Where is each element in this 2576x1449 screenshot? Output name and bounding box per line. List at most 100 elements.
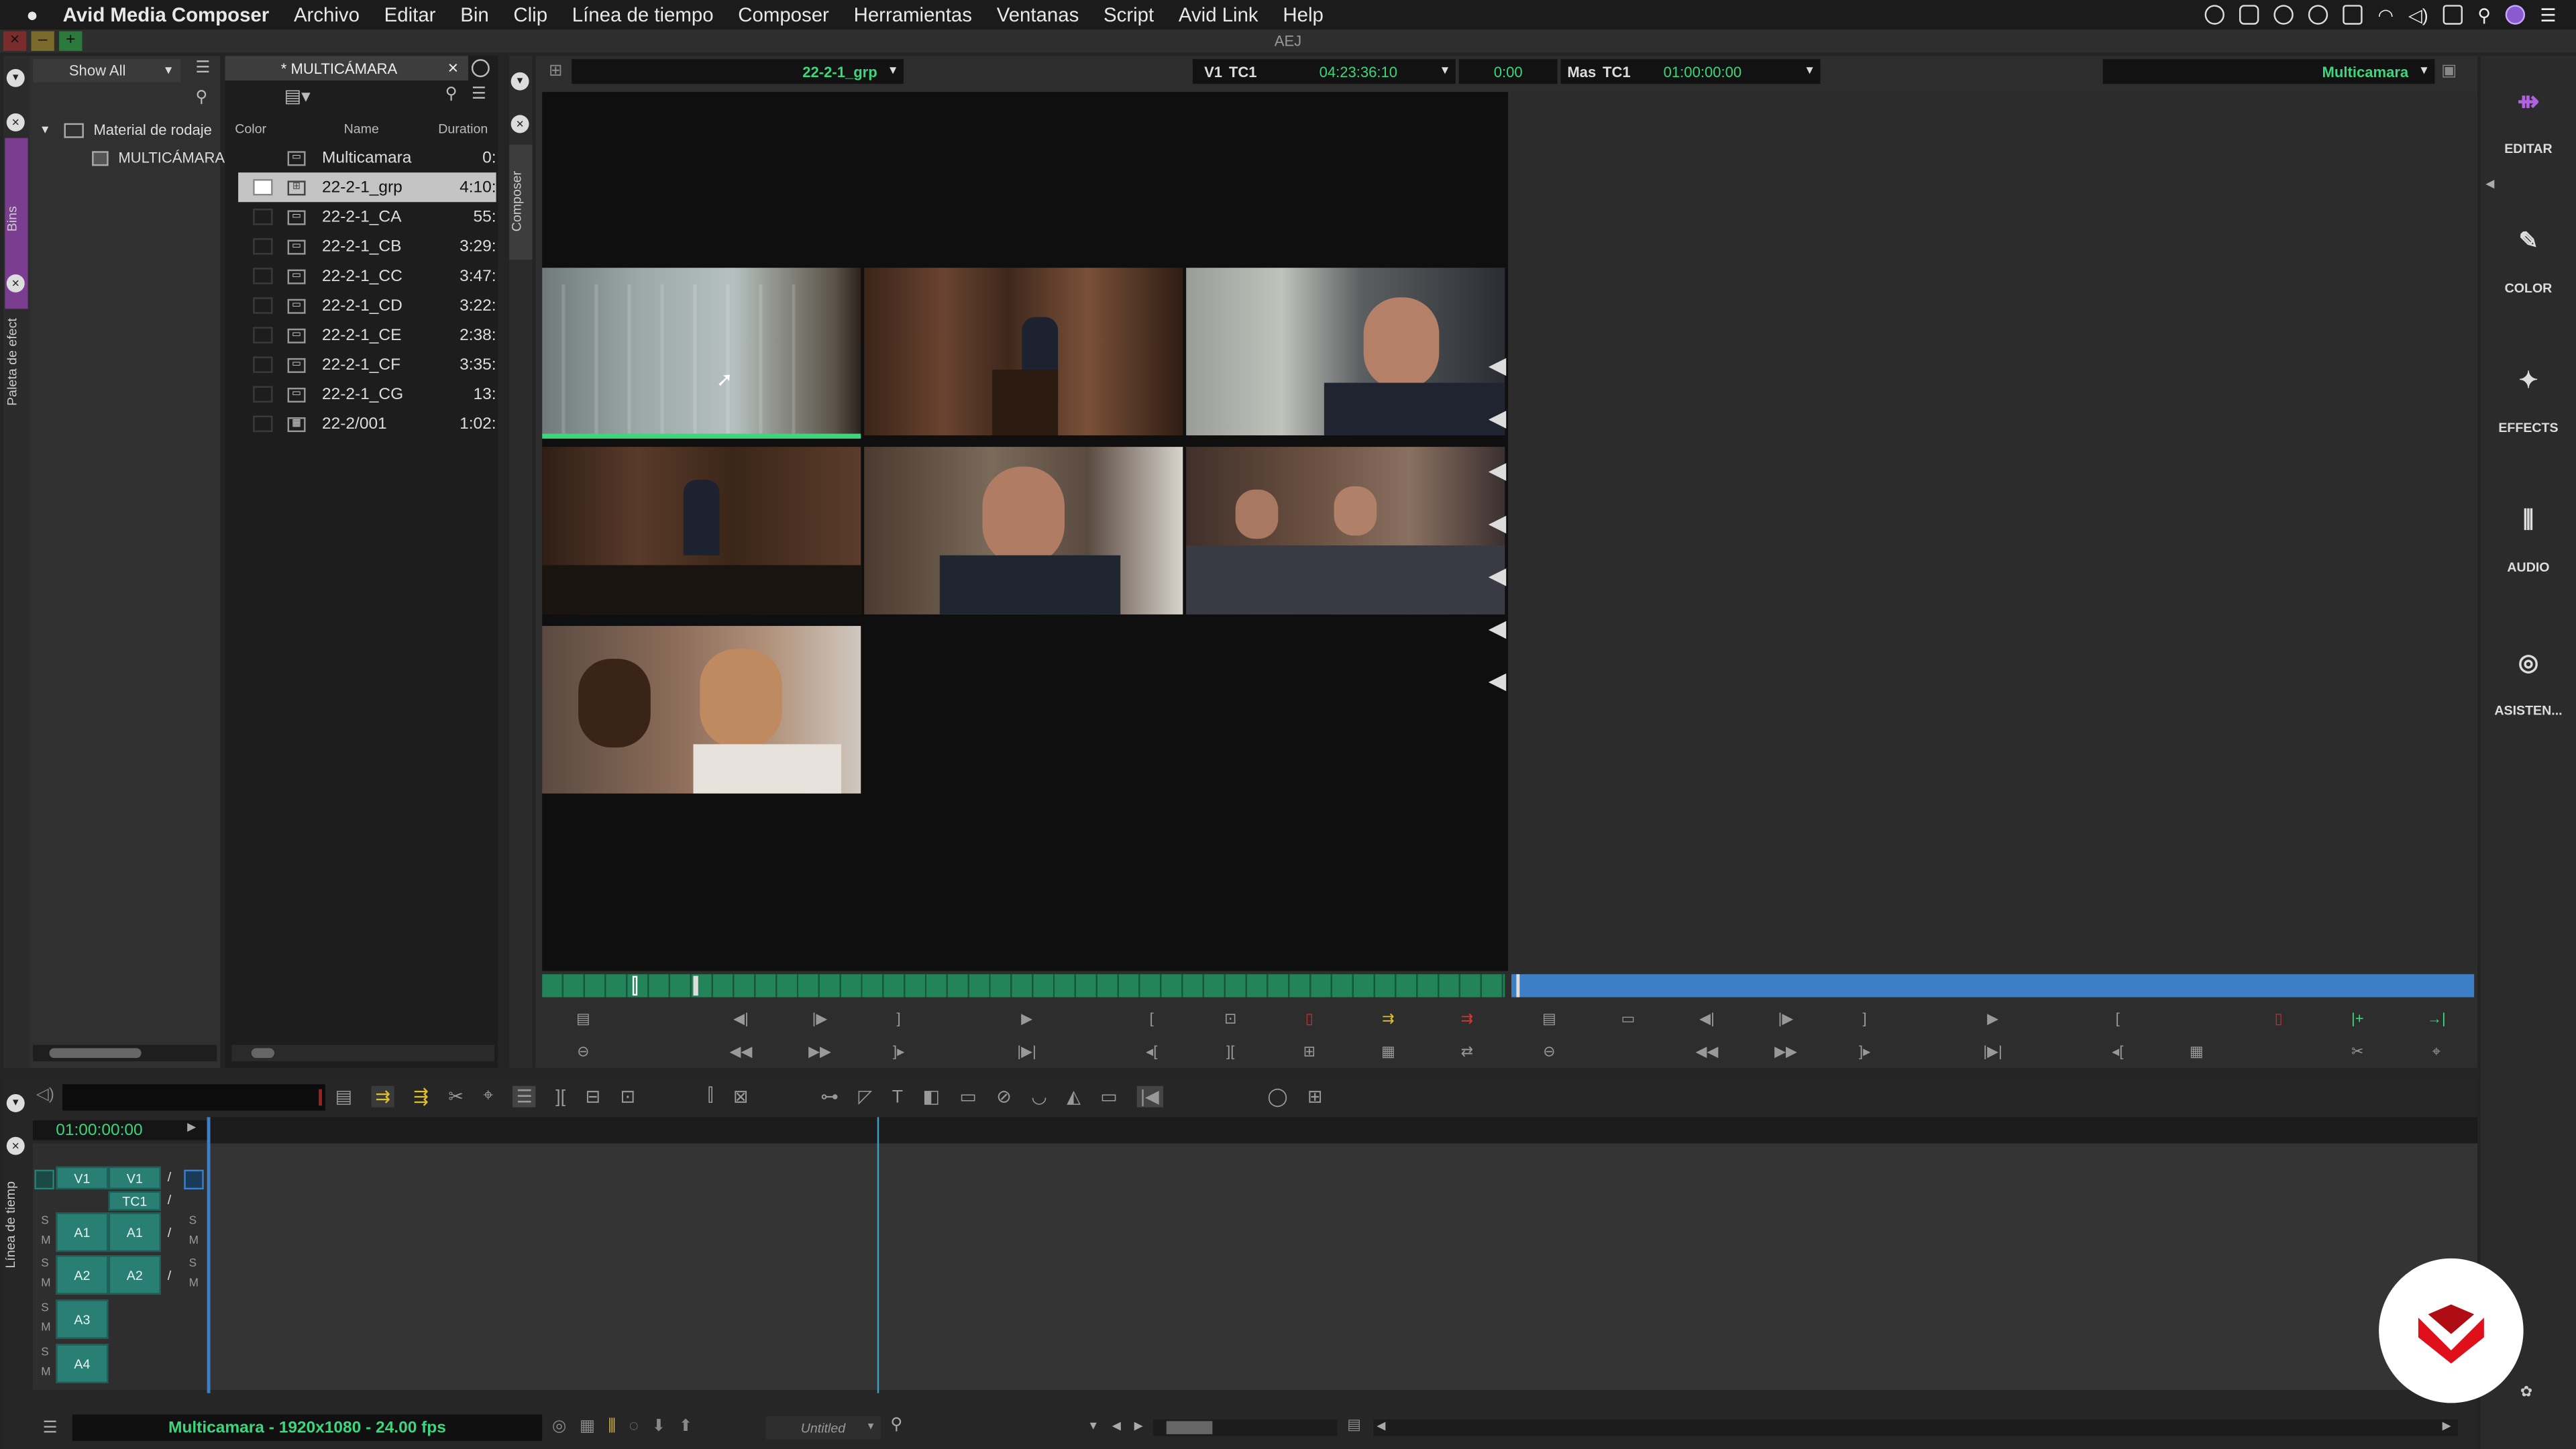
fit-to-window-icon[interactable]: ▤ [1347,1416,1361,1434]
solo-a1[interactable]: S [41,1216,48,1227]
timeline-grid-icon[interactable]: ▦ [580,1417,595,1436]
record-monitor-icon[interactable] [184,1169,204,1190]
effects-tab[interactable]: ✦ EFFECTS [2481,366,2576,435]
record-play-icon[interactable]: ▶ [1981,1009,2004,1028]
record-mark-out-icon[interactable]: ] [1853,1009,1876,1028]
timeline-horizontal-scrollbar[interactable]: ◀ ▶ [1373,1419,2458,1436]
skype-icon[interactable] [2239,5,2260,25]
record-audio-icon[interactable]: ◯ [1267,1086,1287,1107]
record-next-edit-icon[interactable]: ▶▶ [1774,1042,1797,1061]
go-prev-edit-icon[interactable]: ◀◀ [729,1042,753,1061]
quad-split-icon[interactable]: ⊞ [1298,1042,1321,1061]
source-timecode-display[interactable]: V1 TC1 04:23:36:10 ▼ [1192,59,1456,84]
audio-waveform-icon[interactable]: ⫼ [608,1417,616,1436]
bin-row[interactable]: ▭ 22-2-1_CA 55: [238,202,496,231]
grid-status-icon[interactable] [2343,5,2363,25]
bin-row[interactable]: ▭ 22-2-1_CF 3:35: [238,350,496,380]
render-icon[interactable]: ▭ [1100,1086,1117,1107]
menu-composer[interactable]: Composer [738,3,829,26]
timeline-bin-select[interactable]: Untitled ▼ [765,1416,881,1440]
close-composer-tab-icon[interactable]: × [511,115,529,133]
timeline-bubble-icon[interactable]: ◌ [629,1417,639,1436]
audio-scrub-icon[interactable]: |◀ [1137,1085,1163,1108]
speaker-icon[interactable]: ◁) [36,1086,54,1104]
timeline-timecode-field[interactable] [62,1084,325,1111]
angle-arrows[interactable]: ◀ ◀ ◀ ◀ ◀ ◀ ◀ [1489,338,1506,706]
source-track-a2[interactable]: A2 [56,1255,109,1295]
clear-marks-icon[interactable]: ▯ [1298,1009,1321,1028]
source-clip-menu[interactable]: 22-2-1_grp ▼ [572,59,904,84]
mute-record-a1[interactable]: M [189,1236,199,1247]
record-track-v1[interactable]: V1 [108,1166,162,1190]
menu-clip[interactable]: Clip [513,3,547,26]
search-icon[interactable]: ⚲ [2477,4,2491,25]
siri-icon[interactable] [2506,5,2526,25]
color-cell[interactable] [253,415,273,433]
airplay-icon[interactable] [2443,5,2463,25]
zoom-menu-icon[interactable]: ▼ [1087,1420,1099,1432]
overwrite-icon[interactable]: ⇉ [1456,1009,1479,1028]
go-next-edit-icon[interactable]: ▶▶ [808,1042,831,1061]
cut-icon[interactable]: ✂ [2346,1042,2369,1061]
record-position-bar[interactable] [1511,974,2475,998]
bin-row-selected[interactable]: ⊞ 22-2-1_grp 4:10: [238,172,496,203]
bin-row[interactable]: ▭ 22-2-1_CC 3:47: [238,261,496,290]
go-to-out-icon[interactable]: ]▸ [887,1042,910,1061]
timeline-view-icon[interactable]: ◎ [552,1417,566,1436]
nine-split-icon[interactable]: ▦ [1377,1042,1399,1061]
solo-a4[interactable]: S [41,1347,48,1358]
menu-linea-de-tiempo[interactable]: Línea de tiempo [572,3,714,26]
source-monitor[interactable]: ◀ ◀ ◀ ◀ ◀ ◀ ◀ ➚ [542,92,1509,971]
segment-mode-icon[interactable]: ☰ [513,1085,536,1108]
color-cell[interactable] [253,386,273,403]
play-icon[interactable]: ▶ [187,1120,196,1134]
step-back-icon[interactable]: ◀| [729,1009,752,1028]
editar-tab[interactable]: ⇻ EDITAR [2481,85,2576,156]
source-track-a1[interactable]: A1 [56,1212,109,1252]
timeline-down-arrow-icon[interactable]: ⬇ [652,1417,666,1436]
mute-record-a2[interactable]: M [189,1278,199,1289]
solo-record-a1[interactable]: S [189,1216,197,1227]
keyframe-icon[interactable]: ◭ [1067,1086,1081,1107]
solo-record-a2[interactable]: S [189,1258,197,1270]
source-track-a4[interactable]: A4 [56,1344,109,1384]
lift-icon[interactable]: |+ [2346,1009,2369,1028]
record-prev-edit-icon[interactable]: ◀◀ [1695,1042,1719,1061]
menu-editar[interactable]: Editar [384,3,436,26]
match-frame-icon[interactable]: ▤ [572,1009,594,1028]
project-filter-select[interactable]: Show All ▼ [32,59,181,83]
timeline-master-timecode[interactable]: 01:00:00:00 [32,1120,207,1140]
close-bin-icon[interactable]: × [448,58,459,78]
bin-row[interactable]: ▭ 22-2-1_CE 2:38: [238,321,496,350]
mark-out-icon[interactable]: ] [887,1009,910,1028]
color-cell[interactable] [253,297,273,314]
bin-row[interactable]: ▭ 22-2-1_CD 3:22: [238,290,496,320]
multicam-angle-2[interactable] [864,268,1183,435]
wifi-icon[interactable]: ◠ [2377,4,2394,25]
trim-timeline-icon[interactable]: ⌖ [483,1086,493,1108]
multicam-angle-3[interactable] [1186,268,1505,435]
sync-lock-icon[interactable]: / [168,1193,171,1208]
remove-effect-icon[interactable]: ⊘ [996,1086,1012,1107]
record-toggle-icon[interactable]: ▭ [1617,1009,1640,1028]
project-horizontal-scrollbar[interactable] [32,1044,217,1062]
composer-grid-icon[interactable]: ⊞ [549,62,563,80]
title-tool-icon[interactable]: T [892,1087,903,1106]
disclosure-triangle-icon[interactable]: ▼ [40,124,51,136]
composer-settings-icon[interactable]: ▣ [2441,62,2457,80]
bin-horizontal-scrollbar[interactable] [231,1044,495,1062]
mark-in-out-icon[interactable]: ][ [1219,1042,1242,1061]
color-cell[interactable] [253,238,273,255]
timeline-playhead[interactable] [877,1117,879,1393]
sync-lock-icon[interactable]: / [168,1269,171,1283]
menu-archivo[interactable]: Archivo [294,3,360,26]
bin-options-icon[interactable] [471,59,490,78]
menu-ventanas[interactable]: Ventanas [997,3,1079,26]
ripple-icon[interactable]: ⊟ [585,1086,600,1107]
menu-help[interactable]: Help [1283,3,1323,26]
bin-row[interactable]: ▦ 22-2/001 1:02: [238,409,496,439]
collapse-left-icon[interactable]: ◀ [2485,177,2494,191]
record-monitor[interactable] [1511,92,2475,971]
record-go-out-icon[interactable]: ]▸ [1853,1042,1876,1061]
effect-mode-icon[interactable]: ◧ [922,1086,939,1107]
